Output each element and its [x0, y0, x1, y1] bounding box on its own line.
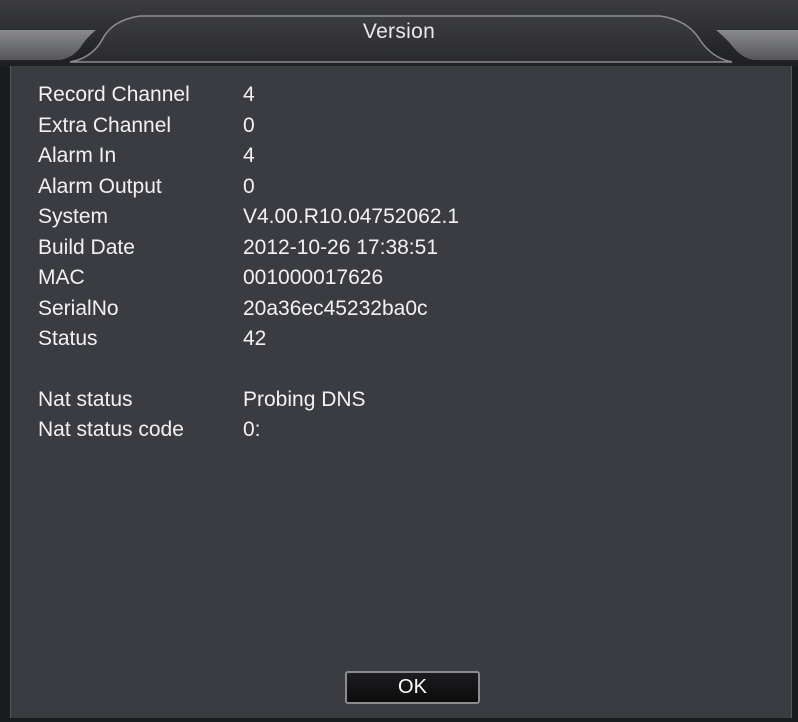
info-value: 0	[243, 174, 255, 198]
info-row-system: System V4.00.R10.04752062.1	[38, 202, 459, 233]
info-value: 0:	[243, 418, 261, 442]
info-label: Status	[38, 327, 98, 351]
info-value: 4	[243, 144, 255, 168]
info-row-status: Status 42	[38, 324, 459, 355]
info-value: Probing DNS	[243, 387, 366, 411]
info-value: 20a36ec45232ba0c	[243, 296, 428, 320]
info-row-nat-status: Nat status Probing DNS	[38, 385, 459, 416]
info-label: Nat status	[38, 387, 133, 411]
info-label: Nat status code	[38, 418, 184, 442]
info-row-build-date: Build Date 2012-10-26 17:38:51	[38, 233, 459, 264]
window-title: Version	[362, 20, 436, 43]
info-label: SerialNo	[38, 296, 119, 320]
info-value: 001000017626	[243, 266, 384, 290]
info-label: Alarm Output	[38, 174, 162, 198]
info-label: Record Channel	[38, 83, 190, 107]
info-label: Extra Channel	[38, 113, 172, 137]
info-row-alarm-output: Alarm Output 0	[38, 172, 459, 203]
info-row-serial-no: SerialNo 20a36ec45232ba0c	[38, 294, 459, 325]
info-value: 4	[243, 83, 255, 107]
info-row-extra-channel: Extra Channel 0	[38, 111, 459, 142]
ok-button[interactable]: OK	[345, 671, 480, 704]
info-row-nat-status-code: Nat status code 0:	[38, 415, 459, 446]
info-value: 42	[243, 327, 267, 351]
info-row-alarm-in: Alarm In 4	[38, 141, 459, 172]
info-row-record-channel: Record Channel 4	[38, 80, 459, 111]
info-label: Build Date	[38, 235, 135, 259]
info-label: System	[38, 205, 109, 229]
title-bar[interactable]: Version	[0, 0, 798, 67]
info-value: 2012-10-26 17:38:51	[243, 235, 438, 259]
info-label: Alarm In	[38, 144, 117, 168]
version-dialog: Version Record Channel 4 Extra Channel 0…	[0, 0, 798, 722]
info-value: 0	[243, 113, 255, 137]
info-label: MAC	[38, 266, 85, 290]
version-info-list: Record Channel 4 Extra Channel 0 Alarm I…	[38, 80, 459, 446]
info-value: V4.00.R10.04752062.1	[243, 205, 460, 229]
info-row-mac: MAC 001000017626	[38, 263, 459, 294]
